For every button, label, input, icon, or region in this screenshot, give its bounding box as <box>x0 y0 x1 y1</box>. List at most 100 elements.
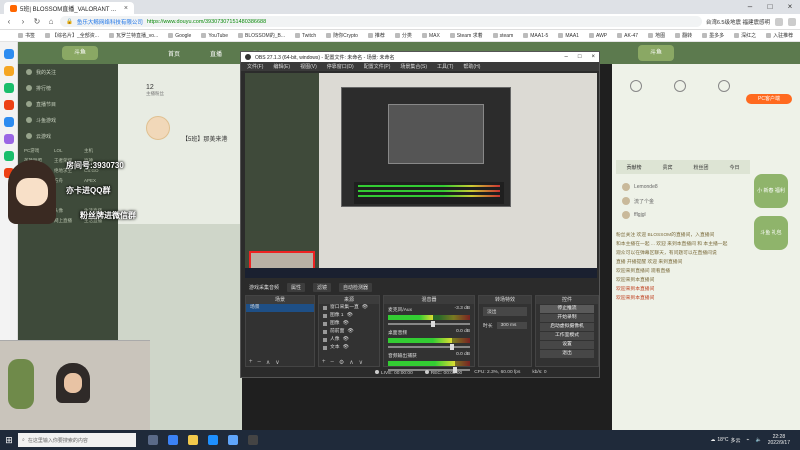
menu-icon[interactable] <box>788 17 796 26</box>
remove-icon[interactable]: – <box>258 359 261 365</box>
bookmark-item[interactable]: MAX <box>421 33 440 39</box>
down-icon[interactable]: ∨ <box>359 359 363 366</box>
maximize-icon[interactable]: □ <box>578 54 582 60</box>
obs-menu-item[interactable]: 场景集合(S) <box>400 63 427 70</box>
stat-icon[interactable] <box>630 80 642 92</box>
rank-row[interactable]: Lemonde8 <box>616 180 750 194</box>
control-button[interactable]: 退出 <box>540 350 594 358</box>
nav-live[interactable]: 直播 <box>210 49 222 58</box>
up-icon[interactable]: ∧ <box>349 359 353 366</box>
bookmark-item[interactable]: AWP <box>588 33 607 39</box>
volume-icon[interactable]: 🔈 <box>756 437 762 443</box>
stat-icon[interactable] <box>718 80 730 92</box>
source-item[interactable]: 人像 👁 <box>319 336 379 344</box>
app-icon[interactable] <box>3 100 14 110</box>
rank-tab[interactable]: 今日 <box>729 164 739 171</box>
bookmark-item[interactable]: 墨多多 <box>702 32 724 39</box>
control-button[interactable]: 工作室模式 <box>540 332 594 340</box>
down-icon[interactable]: ∨ <box>275 359 279 366</box>
obs-menu-item[interactable]: 文件(F) <box>247 63 263 70</box>
left-menu-item[interactable]: 云游戏 <box>18 128 118 144</box>
chrome-icon[interactable] <box>208 435 218 445</box>
transition-select[interactable]: 淡出 <box>483 307 527 316</box>
bookmark-item[interactable]: Steam 求着 <box>449 32 483 39</box>
close-window-icon[interactable]: × <box>780 0 800 14</box>
close-icon[interactable]: × <box>591 54 595 60</box>
eye-icon[interactable]: 👁 <box>343 320 349 328</box>
stat-icon[interactable] <box>674 80 686 92</box>
app-icon[interactable] <box>3 151 14 161</box>
bookmark-item[interactable]: BLOSSOM的_B... <box>237 32 285 39</box>
remove-icon[interactable]: – <box>331 359 334 365</box>
app-icon[interactable] <box>3 117 14 127</box>
file-explorer-icon[interactable] <box>188 435 198 445</box>
obs-menu-item[interactable]: 帮助(H) <box>463 63 480 70</box>
windows-start-icon[interactable]: ⊞ <box>0 435 18 446</box>
rank-tab[interactable]: 贵宾 <box>662 164 672 171</box>
obs-preview[interactable] <box>245 73 597 278</box>
transition-duration-input[interactable]: 300 ms <box>496 322 527 329</box>
douyu-logo-right[interactable]: 斗鱼 <box>638 45 674 61</box>
task-view-icon[interactable] <box>148 435 158 445</box>
volume-slider[interactable] <box>388 321 470 327</box>
control-button[interactable]: 开始录制 <box>540 314 594 322</box>
category-link[interactable]: PC游戏 <box>24 148 52 154</box>
source-item[interactable]: 窗口采集一直 👁 <box>319 304 379 312</box>
back-icon[interactable]: ‹ <box>4 17 14 26</box>
volume-slider-knob[interactable] <box>449 344 454 350</box>
left-menu-item[interactable]: 排行榜 <box>18 80 118 96</box>
rank-row[interactable]: fflgjgl <box>616 208 750 222</box>
side-badge[interactable]: 小 新春 福利 <box>754 174 788 208</box>
control-button[interactable]: 停止推流 <box>540 305 594 313</box>
eye-icon[interactable]: 👁 <box>343 336 349 344</box>
add-icon[interactable]: + <box>322 359 326 365</box>
minimize-icon[interactable]: – <box>565 54 568 60</box>
forward-icon[interactable]: › <box>18 17 28 26</box>
bookmark-item[interactable]: MAA1-5 <box>523 33 548 39</box>
maximize-icon[interactable]: □ <box>760 0 780 14</box>
bookmark-item[interactable]: 随你Crypto <box>326 32 358 39</box>
add-icon[interactable]: + <box>249 359 253 365</box>
douyu-logo[interactable]: 斗鱼 <box>62 46 98 60</box>
properties-button[interactable]: 属性 <box>287 282 306 292</box>
rank-tab[interactable]: 贡献榜 <box>626 164 641 171</box>
app-icon[interactable] <box>3 66 14 76</box>
edge-icon[interactable] <box>168 435 178 445</box>
bookmark-item[interactable]: AK-47 <box>617 33 638 39</box>
bookmark-item[interactable]: 深红之 <box>734 32 756 39</box>
eye-icon[interactable]: 👁 <box>347 312 353 320</box>
obs-icon[interactable] <box>248 435 258 445</box>
left-menu-item[interactable]: 我的关注 <box>18 64 118 80</box>
close-tab-icon[interactable]: × <box>124 5 128 12</box>
bookmark-item[interactable]: 推荐 <box>367 32 385 39</box>
eye-icon[interactable]: 👁 <box>343 344 349 352</box>
hot-search-text[interactable]: 台湾6.5级地震 福建震感明 <box>706 18 770 26</box>
extension-icon[interactable] <box>775 17 783 26</box>
obs-menu-item[interactable]: 配置文件(P) <box>364 63 391 70</box>
device-button[interactable]: 自动检测器 <box>339 282 373 292</box>
bookmark-item[interactable]: Google <box>168 33 191 39</box>
browser-icon[interactable] <box>228 435 238 445</box>
weather-widget[interactable]: ☁ 18°C 多云 <box>710 437 740 444</box>
home-icon[interactable]: ⌂ <box>46 17 56 26</box>
source-item[interactable]: 图像 👁 <box>319 320 379 328</box>
bookmark-item[interactable]: 入驻推荐 <box>766 32 793 39</box>
app-icon[interactable] <box>3 134 14 144</box>
bookmark-item[interactable]: YouTube <box>201 33 228 39</box>
bookmark-item[interactable]: 【综名片】_全部资... <box>45 32 99 39</box>
volume-slider-knob[interactable] <box>431 321 436 327</box>
bookmark-item[interactable]: MAA1 <box>558 33 579 39</box>
bookmark-item[interactable]: 瓦罗兰特直播_vo... <box>108 32 158 39</box>
category-link[interactable]: 主机 <box>84 148 112 154</box>
category-link[interactable]: LOL <box>54 148 82 154</box>
obs-menu-item[interactable]: 编辑(E) <box>273 63 290 70</box>
obs-menu-item[interactable]: 视图(V) <box>300 63 317 70</box>
url-field[interactable]: 🔒 鱼乐大鲸网络科技有限公司 https://www.douyu.com/393… <box>60 16 702 27</box>
source-item[interactable]: 图像 1 👁 <box>319 312 379 320</box>
rank-row[interactable]: 流了个金 <box>616 194 750 208</box>
eye-icon[interactable]: 👁 <box>347 328 353 336</box>
bookmark-item[interactable]: 书签 <box>18 32 35 39</box>
filters-button[interactable]: 滤镜 <box>313 282 332 292</box>
source-item[interactable]: 前前面 👁 <box>319 328 379 336</box>
scene-item[interactable]: 场景 <box>246 304 314 312</box>
